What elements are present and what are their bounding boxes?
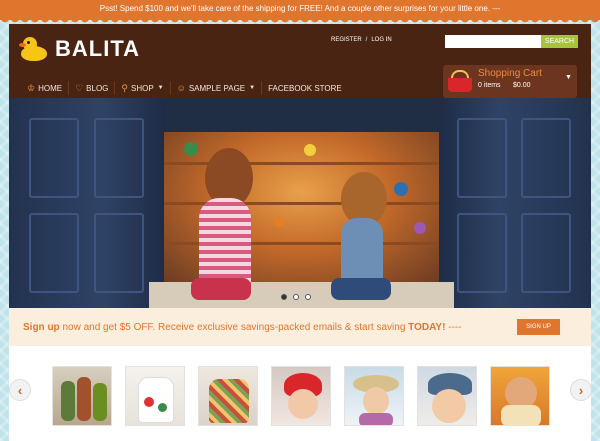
promo-text: Psst! Spend $100 and we'll take care of … xyxy=(99,4,501,13)
slider-dot-1[interactable] xyxy=(281,294,287,300)
nav-item-facebook-store[interactable]: FACEBOOK STORE xyxy=(262,81,348,95)
search-button[interactable]: SEARCH xyxy=(541,35,578,48)
nav-label-shop: SHOP xyxy=(130,83,154,93)
signup-emphasis: TODAY! xyxy=(408,322,446,333)
product-thumbnail-girl-red-hat[interactable] xyxy=(271,366,331,426)
product-thumbnail-floral-dress[interactable] xyxy=(125,366,185,426)
site-header: BALITA REGISTER / LOG IN SEARCH ♔ HOME ♡ B… xyxy=(9,24,591,98)
promo-bar: Psst! Spend $100 and we'll take care of … xyxy=(0,0,600,20)
account-links: REGISTER / LOG IN xyxy=(329,37,394,43)
nav-label-facebook-store: FACEBOOK STORE xyxy=(268,83,342,93)
hero-image-door-right xyxy=(439,98,591,308)
product-thumbnail-toy-figurines[interactable] xyxy=(52,366,112,426)
signup-highlight: Sign up xyxy=(23,322,60,333)
nav-label-sample-page: SAMPLE PAGE xyxy=(188,83,246,93)
signup-banner: Sign up now and get $5 OFF. Receive excl… xyxy=(9,308,591,346)
cart-total: $0.00 xyxy=(513,82,531,89)
product-thumbnail-girl-straw-hat[interactable] xyxy=(344,366,404,426)
site-logo[interactable]: BALITA xyxy=(19,34,140,64)
nav-item-blog[interactable]: ♡ BLOG xyxy=(69,81,116,95)
nav-item-shop[interactable]: ⚲ SHOP ▼ xyxy=(115,81,171,95)
page-frame: BALITA REGISTER / LOG IN SEARCH ♔ HOME ♡ B… xyxy=(9,24,592,441)
search-form: SEARCH xyxy=(445,35,578,48)
slider-dot-2[interactable] xyxy=(293,294,299,300)
product-thumbnail-patterned-dress[interactable] xyxy=(198,366,258,426)
basket-icon xyxy=(448,69,473,93)
nav-item-home[interactable]: ♔ HOME xyxy=(21,81,70,95)
main-nav: ♔ HOME ♡ BLOG ⚲ SHOP ▼ ☺ SAMPLE PAGE ▼ F… xyxy=(21,80,348,96)
caret-down-icon: ▼ xyxy=(157,85,164,91)
crown-icon: ♔ xyxy=(27,82,36,93)
duck-icon xyxy=(19,36,49,62)
thumbnail-strip xyxy=(52,366,550,426)
signup-trail: ---- xyxy=(445,322,462,333)
shirt-icon: ⚲ xyxy=(121,82,128,93)
slider-dot-3[interactable] xyxy=(305,294,311,300)
cart-item-count: 0 items xyxy=(478,82,501,89)
caret-down-icon: ▼ xyxy=(249,85,256,91)
cart-title: Shopping Cart xyxy=(478,68,542,79)
product-thumbnail-toddler-cap[interactable] xyxy=(417,366,477,426)
search-input[interactable] xyxy=(445,35,541,48)
signup-body: now and get $5 OFF. Receive exclusive sa… xyxy=(59,322,409,333)
product-thumbnail-child-orange-background[interactable] xyxy=(490,366,550,426)
register-link[interactable]: REGISTER xyxy=(331,37,362,43)
nav-label-home: HOME xyxy=(38,83,63,93)
chevron-right-icon[interactable]: › xyxy=(570,379,592,401)
brand-name: BALITA xyxy=(55,36,141,61)
shopping-cart-widget[interactable]: Shopping Cart 0 items $0.00 ▼ xyxy=(443,65,577,98)
nav-item-sample-page[interactable]: ☺ SAMPLE PAGE ▼ xyxy=(171,81,263,95)
heart-icon: ♡ xyxy=(75,82,84,93)
hero-image-door-left xyxy=(9,98,164,308)
slider-pagination xyxy=(281,294,311,300)
hero-slider[interactable] xyxy=(9,98,591,308)
caret-down-icon[interactable]: ▼ xyxy=(565,74,572,81)
product-carousel: ‹ › xyxy=(9,346,592,441)
person-icon: ☺ xyxy=(176,83,186,93)
login-link[interactable]: LOG IN xyxy=(371,37,391,43)
signup-button[interactable]: SIGN UP xyxy=(517,319,560,335)
chevron-left-icon[interactable]: ‹ xyxy=(9,379,31,401)
nav-label-blog: BLOG xyxy=(86,83,109,93)
signup-message: Sign up now and get $5 OFF. Receive excl… xyxy=(23,322,462,333)
link-separator: / xyxy=(365,37,368,43)
